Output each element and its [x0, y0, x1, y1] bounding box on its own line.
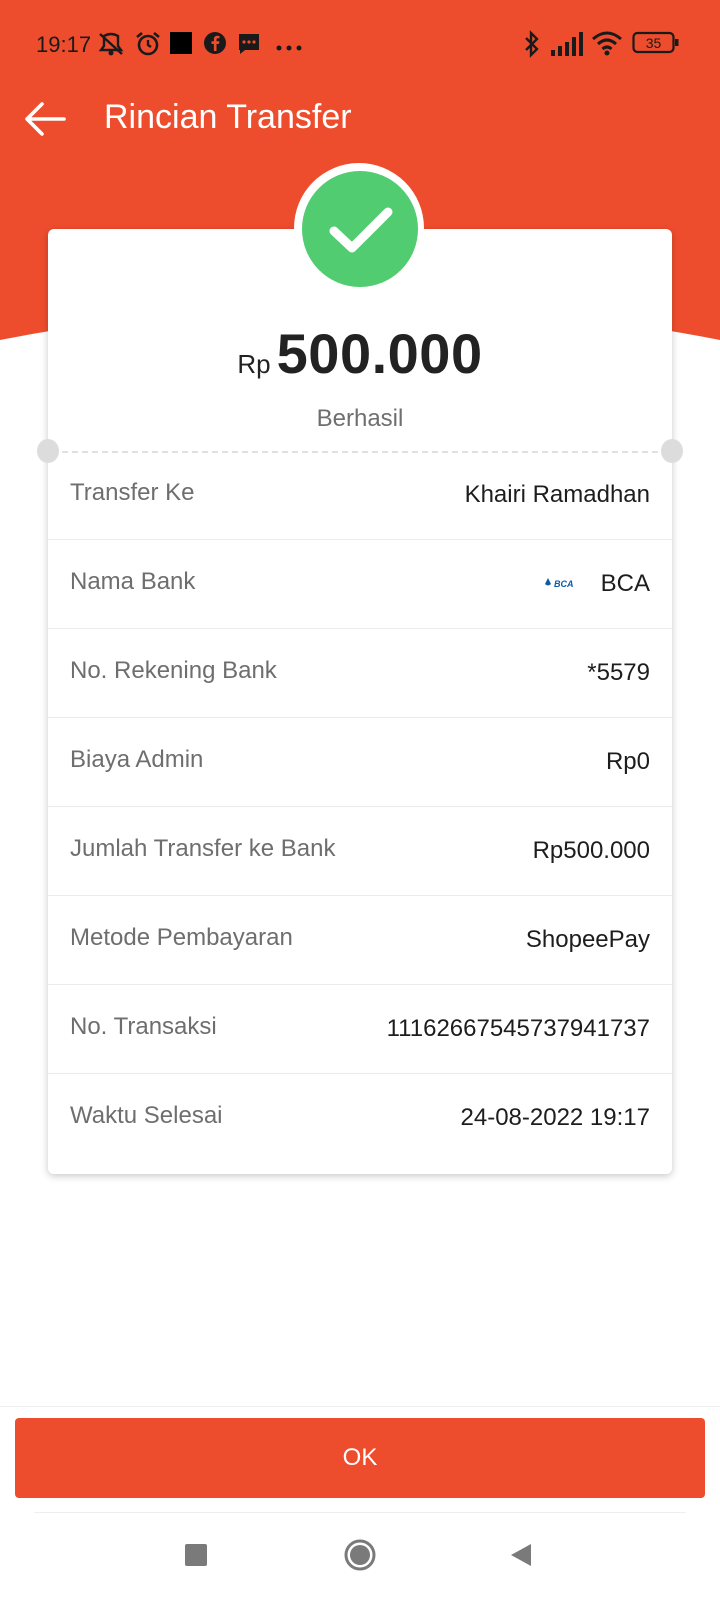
status-bar: 19:17 35 [0, 24, 720, 64]
square-notification-icon [170, 32, 192, 59]
detail-value: BCA [600, 570, 650, 597]
back-arrow-icon [25, 102, 66, 136]
detail-row-transfer-amount: Jumlah Transfer ke Bank Rp500.000 [48, 807, 672, 896]
detail-row-bank-name: Nama Bank BCA BCA [48, 540, 672, 629]
detail-value: Rp500.000 [532, 837, 650, 864]
battery-level: 35 [646, 35, 662, 51]
detail-row-completed-time: Waktu Selesai 24-08-2022 19:17 [48, 1074, 672, 1162]
detail-label: Jumlah Transfer ke Bank [70, 835, 336, 862]
signal-icon [551, 32, 585, 61]
detail-row-admin-fee: Biaya Admin Rp0 [48, 718, 672, 807]
detail-row-account-number: No. Rekening Bank *5579 [48, 629, 672, 718]
wifi-icon [592, 30, 622, 61]
amount-currency: Rp [237, 349, 271, 379]
ok-button[interactable]: OK [15, 1418, 705, 1498]
detail-label: Nama Bank [70, 568, 196, 595]
success-check-icon [302, 171, 418, 287]
more-dots-icon [276, 38, 302, 56]
transfer-status: Berhasil [316, 405, 404, 432]
back-button[interactable] [20, 96, 70, 142]
detail-value: Rp0 [605, 748, 650, 775]
detail-label: Biaya Admin [70, 746, 204, 773]
detail-row-payment-method: Metode Pembayaran ShopeePay [48, 896, 672, 985]
detail-row-transaction-number: No. Transaksi 11162667545737941737 [48, 985, 672, 1074]
bca-logo-text: BCA [554, 579, 574, 589]
back-triangle-icon[interactable] [510, 1543, 532, 1572]
battery-icon: 35 [632, 30, 680, 61]
detail-list: Transfer Ke Khairi Ramadhan Nama Bank BC… [48, 451, 672, 1162]
system-nav-bar [0, 1530, 720, 1590]
home-icon[interactable] [344, 1539, 376, 1576]
page-title: Rincian Transfer [104, 98, 352, 136]
detail-value: 24-08-2022 19:17 [460, 1104, 651, 1131]
recent-apps-icon[interactable] [185, 1544, 207, 1571]
success-badge [294, 163, 424, 293]
detail-label: Waktu Selesai [70, 1102, 223, 1129]
detail-row-transfer-to: Transfer Ke Khairi Ramadhan [48, 451, 672, 540]
detail-value: ShopeePay [525, 926, 650, 953]
detail-value: Khairi Ramadhan [464, 481, 650, 508]
muted-vibrate-icon [96, 30, 126, 63]
detail-label: Metode Pembayaran [70, 924, 293, 951]
amount-display: Rp 500.000 [48, 321, 672, 386]
alarm-icon [134, 30, 162, 63]
status-time: 19:17 [36, 32, 92, 57]
message-icon [237, 32, 261, 61]
detail-label: Transfer Ke [70, 479, 195, 506]
app-bar: Rincian Transfer [0, 80, 720, 160]
detail-value: 11162667545737941737 [386, 1015, 650, 1042]
detail-label: No. Transaksi [70, 1013, 217, 1040]
nav-divider [34, 1512, 686, 1513]
transfer-detail-card: Rp 500.000 Berhasil Transfer Ke Khairi Ra… [37, 229, 683, 1174]
bca-logo-icon: BCA [544, 576, 580, 592]
bluetooth-icon [523, 30, 541, 63]
facebook-icon [203, 31, 227, 60]
detail-value: *5579 [587, 659, 650, 686]
detail-label: No. Rekening Bank [70, 657, 277, 684]
amount-value: 500.000 [276, 322, 483, 385]
bottom-divider [0, 1406, 720, 1407]
